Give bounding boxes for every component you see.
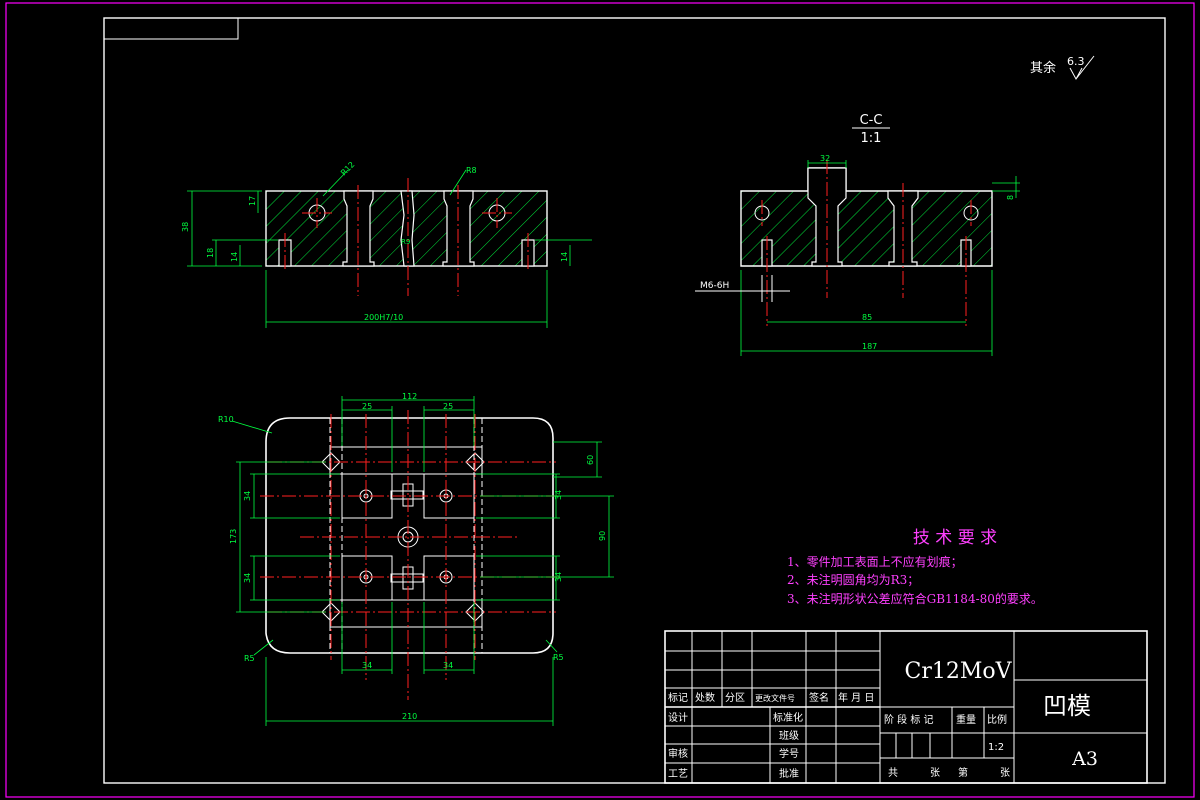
title-block: Cr12MoV 凹模 A3 标记 处数 分区 更改文件号 签名 年 月 日 设计…	[664, 630, 1148, 784]
scale-label: 比例	[987, 713, 1007, 726]
front-callout-r8: R8	[466, 166, 477, 175]
section-name: C-C	[860, 113, 883, 128]
hdr-date: 年 月 日	[838, 691, 874, 704]
plan-dim-right: 90	[598, 531, 607, 541]
plan-dim-top-left: 25	[362, 402, 372, 411]
front-dim-height: 38	[181, 222, 190, 232]
material-label: Cr12MoV	[904, 659, 1012, 684]
surface-roughness-symbol: 其余 6.3	[1030, 55, 1095, 81]
stage-mark: 阶 段 标 记	[884, 713, 934, 726]
hdr-count: 处数	[695, 691, 715, 704]
side-dim-right: 8	[1006, 195, 1015, 200]
front-callout-mid: R9	[401, 238, 410, 246]
front-dim-right: 14	[560, 252, 569, 262]
reverse-title-box	[103, 17, 239, 40]
tech-title: 技 术 要 求	[913, 528, 997, 548]
front-dim-total: 200H7/10	[364, 313, 403, 322]
front-dim-top: 17	[248, 196, 257, 206]
scale-value: 1:2	[988, 742, 1004, 753]
side-dim-inner: 85	[862, 313, 872, 322]
side-section-view: 32 8 85 187 M6-6H	[695, 154, 1020, 356]
row-student-id: 学号	[779, 747, 799, 760]
part-name: 凹模	[1043, 692, 1091, 720]
sheet-label: 张	[1000, 767, 1010, 779]
row-standard: 标准化	[773, 711, 803, 724]
row-class: 班级	[779, 730, 799, 742]
tech-requirements: 技 术 要 求 1、零件加工表面上不应有划痕； 2、未注明圆角均为R3； 3、未…	[787, 528, 1043, 606]
plan-dim-top-right: 25	[443, 402, 453, 411]
plan-dim-bottom-left: 34	[362, 661, 372, 670]
section-label: C-C 1:1	[852, 113, 890, 146]
row-design: 设计	[668, 711, 688, 724]
plan-dim-top: 112	[402, 392, 417, 401]
row-review: 审核	[668, 747, 688, 760]
front-section-view: 200H7/10 38 17 18 14 14 R12 R8 R9	[181, 160, 592, 328]
surface-roughness-value: 6.3	[1067, 55, 1085, 68]
tech-item-3: 3、未注明形状公差应符合GB1184-80的要求。	[787, 591, 1043, 606]
side-thread-label: M6-6H	[700, 281, 729, 291]
plan-dim-total: 210	[402, 712, 417, 721]
plan-corner-bl: R5	[244, 654, 255, 663]
plan-view: 112 25 25 34 34 210 173 34 34 60 90 34 3…	[218, 392, 614, 726]
row-process: 工艺	[668, 768, 688, 780]
total-label: 共	[888, 767, 898, 779]
weight-label: 重量	[956, 713, 976, 726]
plan-dim-bottom-right: 34	[443, 661, 453, 670]
tech-item-2: 2、未注明圆角均为R3；	[787, 572, 919, 587]
plan-dim-left-b: 34	[243, 573, 252, 583]
plan-dim-left: 173	[229, 529, 238, 544]
outer-border	[5, 2, 1195, 798]
hdr-sign: 签名	[809, 691, 829, 704]
cad-drawing-sheet: 其余 6.3 C-C 1:1 200H7/10 38 17 18 14 14 R…	[5, 2, 1195, 798]
plan-dim-right-a: 34	[554, 490, 563, 500]
nth-label: 第	[958, 766, 968, 779]
row-approve: 批准	[779, 767, 799, 780]
hdr-zone: 分区	[725, 692, 745, 704]
hdr-mark: 标记	[668, 692, 688, 704]
side-dim-total: 187	[862, 342, 877, 351]
plan-dim-right-top: 60	[586, 455, 595, 465]
section-scale: 1:1	[861, 131, 882, 146]
plan-corner-r10: R10	[218, 415, 234, 424]
sheets-label: 张	[930, 767, 940, 779]
front-dim-left-b: 14	[230, 252, 239, 262]
surface-prefix-label: 其余	[1030, 60, 1056, 76]
plan-dim-right-b: 34	[554, 572, 563, 582]
plan-corner-br: R5	[553, 653, 564, 662]
front-callout-r12: R12	[339, 160, 357, 178]
side-dim-top: 32	[820, 154, 830, 163]
sheet-size: A3	[1071, 748, 1098, 770]
plan-dim-left-a: 34	[243, 491, 252, 501]
front-dim-left-a: 18	[206, 248, 215, 258]
tech-item-1: 1、零件加工表面上不应有划痕；	[787, 554, 963, 569]
hdr-doc: 更改文件号	[755, 693, 795, 703]
